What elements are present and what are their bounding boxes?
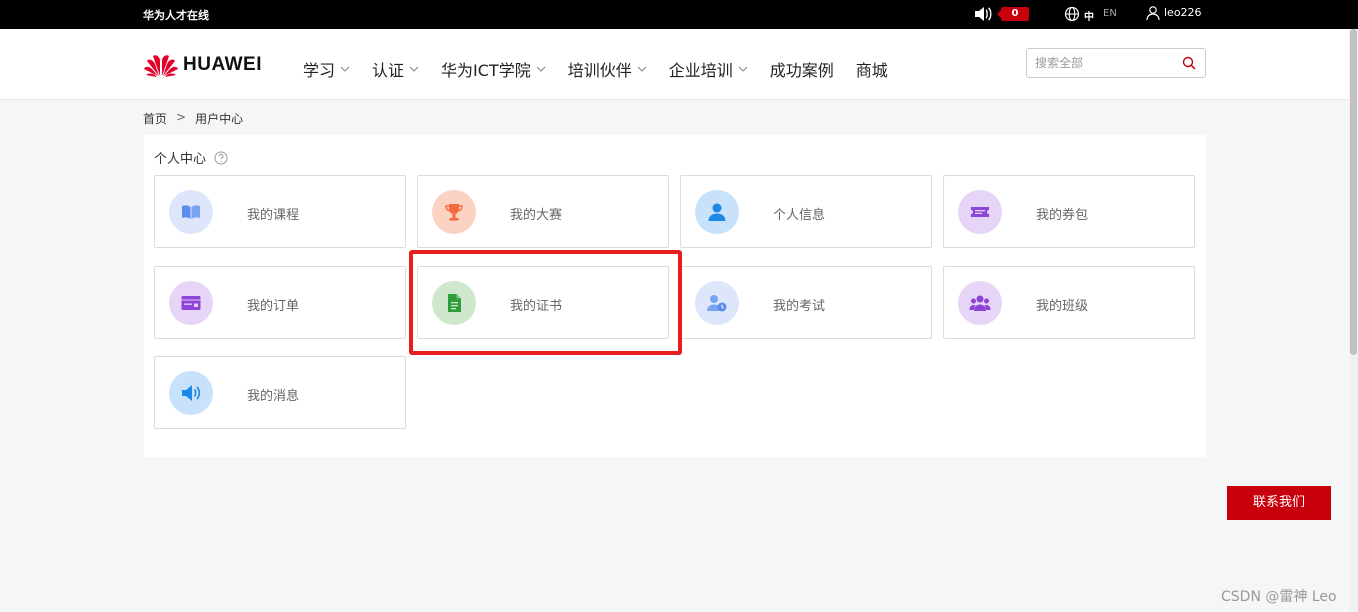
nav-store[interactable]: 商城 [856, 57, 888, 81]
breadcrumb: 首页 > 用户中心 [143, 110, 243, 127]
main-header: HUAWEI 学习 认证 华为ICT学院 培训伙伴 企业培训 成功案例 商城 [0, 29, 1358, 100]
card-my-messages[interactable]: 我的消息 [154, 356, 406, 429]
card-icon-wrap [695, 281, 739, 325]
book-icon [182, 205, 200, 219]
nav-enterprise-training-label: 企业培训 [668, 61, 733, 80]
nav-learn-label: 学习 [303, 61, 336, 80]
contact-us-button[interactable]: 联系我们 [1227, 486, 1331, 520]
chevron-down-icon [340, 66, 350, 72]
huawei-flower-icon [144, 55, 178, 77]
personal-center-panel: 个人中心 我的课程 我的大赛 个人信息 我的券包 我的订单 我的证书 我的考试 … [144, 135, 1206, 457]
card-icon-wrap [169, 281, 213, 325]
card-label: 我的证书 [510, 299, 563, 314]
search-icon[interactable] [1182, 56, 1196, 70]
lang-zh-option[interactable]: 中 [1084, 8, 1094, 23]
card-my-vouchers[interactable]: 我的券包 [943, 175, 1195, 248]
card-label: 个人信息 [773, 208, 826, 223]
nav-training-partners[interactable]: 培训伙伴 [568, 57, 647, 81]
exam-icon [707, 295, 727, 312]
nav-training-partners-label: 培训伙伴 [567, 61, 632, 80]
ticket-icon [971, 207, 989, 217]
chevron-down-icon [738, 66, 748, 72]
group-icon [969, 295, 991, 311]
lang-en-option[interactable]: EN [1103, 8, 1117, 19]
notification-speaker-icon[interactable] [973, 6, 993, 22]
card-icon-wrap [958, 281, 1002, 325]
certificate-icon [448, 294, 461, 312]
panel-title-text: 个人中心 [154, 152, 207, 167]
panel-title: 个人中心 [154, 148, 228, 167]
card-icon-wrap [432, 190, 476, 234]
breadcrumb-home[interactable]: 首页 [143, 110, 167, 127]
card-label: 我的大赛 [510, 208, 563, 223]
card-my-classes[interactable]: 我的班级 [943, 266, 1195, 339]
help-circle-icon[interactable] [214, 151, 228, 165]
breadcrumb-separator: > [176, 110, 187, 124]
scrollbar-thumb[interactable] [1350, 29, 1357, 355]
breadcrumb-current: 用户中心 [195, 112, 244, 126]
search-box [1026, 48, 1206, 78]
site-name[interactable]: 华为人才在线 [143, 7, 209, 23]
card-label: 我的券包 [1036, 208, 1089, 223]
trophy-icon [445, 204, 463, 221]
chevron-down-icon [637, 66, 647, 72]
user-icon[interactable] [1146, 5, 1160, 21]
card-icon-wrap [958, 190, 1002, 234]
card-my-courses[interactable]: 我的课程 [154, 175, 406, 248]
nav-ict-academy[interactable]: 华为ICT学院 [441, 57, 546, 81]
card-label: 我的课程 [247, 208, 300, 223]
nav-learn[interactable]: 学习 [303, 57, 350, 81]
card-label: 我的班级 [1036, 299, 1089, 314]
nav-enterprise-training[interactable]: 企业培训 [669, 57, 748, 81]
card-my-competitions[interactable]: 我的大赛 [417, 175, 669, 248]
nav-certification-label: 认证 [372, 61, 405, 80]
nav-success-cases-label: 成功案例 [769, 61, 834, 80]
card-label: 我的考试 [773, 299, 826, 314]
notification-count-badge[interactable]: 0 [997, 7, 1029, 21]
huawei-logo[interactable]: HUAWEI [143, 51, 262, 79]
order-icon [181, 296, 201, 310]
nav-certification[interactable]: 认证 [372, 57, 419, 81]
search-input[interactable] [1035, 54, 1175, 72]
person-icon [708, 203, 726, 221]
card-label: 我的消息 [247, 389, 300, 404]
nav-store-label: 商城 [855, 61, 888, 80]
chevron-down-icon [536, 66, 546, 72]
nav-success-cases[interactable]: 成功案例 [770, 57, 834, 81]
globe-icon[interactable] [1064, 6, 1080, 22]
main-nav: 学习 认证 华为ICT学院 培训伙伴 企业培训 成功案例 商城 [303, 57, 910, 81]
card-label: 我的订单 [247, 299, 300, 314]
card-icon-wrap [169, 371, 213, 415]
watermark: CSDN @雷神 Leo [1221, 589, 1337, 605]
scrollbar[interactable] [1349, 29, 1358, 612]
card-icon-wrap [169, 190, 213, 234]
chevron-down-icon [409, 66, 419, 72]
nav-ict-academy-label: 华为ICT学院 [441, 61, 531, 80]
card-my-certificates[interactable]: 我的证书 [417, 266, 669, 339]
card-my-exams[interactable]: 我的考试 [680, 266, 932, 339]
logo-text: HUAWEI [183, 54, 262, 75]
card-icon-wrap [432, 281, 476, 325]
card-icon-wrap [695, 190, 739, 234]
top-bar: 华为人才在线 0 中 EN leo226 [0, 0, 1358, 29]
card-personal-info[interactable]: 个人信息 [680, 175, 932, 248]
speaker-icon [182, 385, 201, 401]
card-my-orders[interactable]: 我的订单 [154, 266, 406, 339]
username[interactable]: leo226 [1164, 6, 1202, 19]
